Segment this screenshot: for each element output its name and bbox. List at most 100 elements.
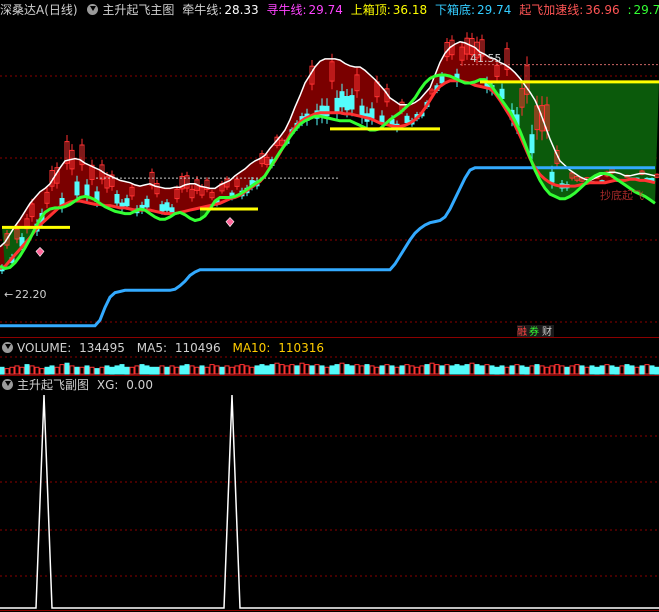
svg-text:融: 融 — [517, 326, 527, 338]
volume-bar — [94, 368, 100, 375]
candle-body — [349, 95, 355, 110]
volume-bar — [34, 366, 40, 375]
volume-bar — [494, 366, 500, 375]
volume-bar — [199, 365, 205, 375]
volume-bar — [479, 365, 485, 375]
volume-bar — [614, 366, 620, 375]
volume-bar — [579, 365, 585, 375]
volume-bar — [0, 366, 5, 375]
volume-bar — [44, 366, 50, 375]
volume-bar — [304, 364, 310, 375]
volume-bar — [444, 364, 450, 375]
volume-bar — [619, 365, 625, 375]
candle-body — [144, 198, 150, 208]
volume-bar — [404, 364, 410, 375]
volume-bar — [149, 366, 155, 375]
volume-bar — [124, 366, 130, 375]
volume-bar — [189, 365, 195, 375]
volume-bar — [99, 366, 105, 375]
volume-bar — [4, 368, 10, 375]
margin-trading-tag[interactable]: 融 券 — [517, 325, 541, 338]
volume-bar — [314, 364, 320, 375]
volume-bar — [64, 362, 70, 375]
volume-bar — [469, 362, 475, 375]
volume-bar — [394, 366, 400, 375]
svg-text:财: 财 — [542, 325, 552, 338]
volume-bar — [119, 364, 125, 375]
volume-bar — [334, 364, 340, 375]
volume-bar — [509, 365, 515, 375]
volume-bar — [274, 362, 280, 375]
volume-bar — [474, 364, 480, 375]
volume-bar — [339, 362, 345, 375]
signal-diamond-icon — [35, 246, 45, 257]
volume-bar — [239, 364, 245, 375]
volume-bar — [569, 365, 575, 375]
signal-diamond-icon — [225, 217, 235, 228]
volume-bar — [144, 365, 150, 375]
volume-bar — [244, 365, 250, 375]
volume-bar — [389, 365, 395, 375]
volume-bar — [564, 366, 570, 375]
high-price-marker: 41.55 — [470, 52, 502, 65]
low-price-arrow-icon: ← — [4, 288, 13, 301]
volume-bar — [519, 365, 525, 375]
volume-bar — [329, 365, 335, 375]
volume-bar — [604, 364, 610, 375]
volume-bar — [629, 365, 635, 375]
volume-bar — [229, 366, 235, 375]
volume-bar — [134, 365, 140, 375]
volume-bar — [169, 365, 175, 375]
volume-bar — [409, 365, 415, 375]
candle-body — [74, 181, 80, 196]
candle-body — [334, 97, 340, 112]
volume-bar — [419, 365, 425, 375]
volume-bar — [464, 364, 470, 375]
volume-bar — [539, 365, 545, 375]
volume-bar — [184, 364, 190, 375]
volume-bar — [39, 368, 45, 375]
volume-bar — [109, 366, 115, 375]
volume-bar — [359, 365, 365, 375]
volume-bar — [634, 366, 640, 375]
volume-bar — [644, 364, 650, 375]
volume-bar — [279, 364, 285, 375]
volume-bar — [234, 365, 240, 375]
volume-bar — [249, 366, 255, 375]
volume-bar — [449, 365, 455, 375]
svg-text:券: 券 — [529, 325, 539, 338]
volume-bar — [584, 366, 590, 375]
volume-bar — [374, 366, 380, 375]
candle-body — [344, 96, 350, 111]
volume-bar — [484, 364, 490, 375]
finance-tag[interactable]: 财 — [541, 325, 554, 338]
volume-bar — [264, 365, 270, 375]
volume-bar — [349, 365, 355, 375]
stock-chart-canvas[interactable]: 41.55 22.20 ← 抄底起飞 融 券 财 — [0, 0, 659, 612]
volume-bar — [459, 365, 465, 375]
volume-bar — [299, 362, 305, 375]
volume-bar — [559, 365, 565, 375]
volume-bar — [324, 366, 330, 375]
volume-bar — [284, 365, 290, 375]
volume-bar — [89, 366, 95, 375]
volume-bar — [424, 364, 430, 375]
volume-bar — [399, 365, 405, 375]
volume-bar — [14, 365, 20, 375]
volume-bar — [639, 365, 645, 375]
volume-bar — [434, 364, 440, 375]
volume-bar — [9, 366, 15, 375]
volume-bar — [379, 365, 385, 375]
volume-bar — [219, 366, 225, 375]
volume-bar — [589, 365, 595, 375]
volume-panel — [0, 362, 659, 375]
volume-bar — [574, 364, 580, 375]
volume-bar — [384, 364, 390, 375]
volume-bar — [529, 365, 535, 375]
volume-bar — [439, 365, 445, 375]
volume-bar — [79, 366, 85, 375]
volume-bar — [19, 366, 25, 375]
volume-bar — [534, 364, 540, 375]
volume-bar — [454, 364, 460, 375]
volume-bar — [369, 365, 375, 375]
